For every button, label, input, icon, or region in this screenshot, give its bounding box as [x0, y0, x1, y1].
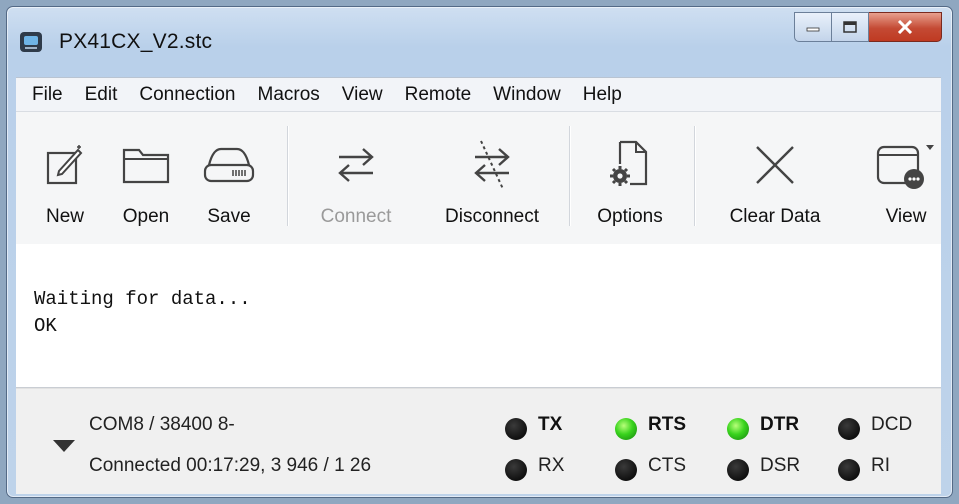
- port-settings-text: COM8 / 38400 8-: [89, 414, 235, 435]
- clear-data-label: Clear Data: [729, 206, 821, 227]
- app-icon: [20, 32, 42, 52]
- view-label: View: [885, 206, 927, 227]
- menu-remote[interactable]: Remote: [399, 84, 478, 106]
- minimize-icon: [806, 27, 820, 32]
- window-controls: [794, 12, 942, 42]
- rx-label: RX: [538, 455, 565, 476]
- clear-data-button[interactable]: Clear Data: [716, 112, 834, 244]
- menu-window[interactable]: Window: [487, 84, 567, 106]
- maximize-button[interactable]: [832, 12, 869, 42]
- open-label: Open: [122, 206, 170, 227]
- dcd-led-indicator: [838, 418, 860, 440]
- dcd-label: DCD: [871, 414, 913, 435]
- options-document-icon: [610, 140, 648, 186]
- disconnect-label: Disconnect: [445, 206, 539, 227]
- toolbar-separator: [287, 126, 289, 226]
- disconnect-icon: [474, 140, 510, 190]
- save-button[interactable]: Save: [199, 112, 259, 244]
- view-window-icon: [876, 145, 934, 189]
- maximize-icon: [843, 21, 857, 33]
- window-title: PX41CX_V2.stc: [59, 30, 213, 53]
- terminal-output[interactable]: Waiting for data... OK: [16, 244, 941, 388]
- menu-help[interactable]: Help: [577, 84, 628, 106]
- menu-edit[interactable]: Edit: [79, 84, 124, 106]
- toolbar-separator: [569, 126, 571, 226]
- open-button[interactable]: Open: [116, 112, 176, 244]
- minimize-button[interactable]: [794, 12, 832, 42]
- view-button[interactable]: View: [874, 112, 938, 244]
- cts-led-indicator: [615, 459, 637, 481]
- cts-label: CTS: [648, 455, 686, 476]
- expand-triangle-icon[interactable]: [52, 439, 76, 453]
- menu-bar: File Edit Connection Macros View Remote …: [16, 77, 941, 112]
- menu-connection[interactable]: Connection: [133, 84, 241, 106]
- connection-status-text: Connected 00:17:29, 3 946 / 1 26: [89, 455, 372, 476]
- app-window: PX41CX_V2.stc File Edit Connection Macro…: [6, 6, 953, 498]
- dtr-led-indicator: [727, 418, 749, 440]
- connect-button[interactable]: Connect: [306, 112, 406, 244]
- menu-macros[interactable]: Macros: [252, 84, 326, 106]
- menu-view[interactable]: View: [336, 84, 389, 106]
- tx-led-indicator: [505, 418, 527, 440]
- dsr-label: DSR: [760, 455, 801, 476]
- terminal-line: OK: [34, 315, 57, 337]
- rts-led-indicator: [615, 418, 637, 440]
- close-icon: [897, 20, 913, 34]
- new-file-icon: [46, 145, 83, 185]
- save-drive-icon: [203, 147, 255, 183]
- terminal-line: Waiting for data...: [34, 288, 251, 310]
- toolbar-separator: [694, 126, 696, 226]
- connect-arrows-icon: [338, 148, 374, 182]
- new-label: New: [45, 206, 84, 227]
- options-label: Options: [597, 206, 663, 227]
- new-button[interactable]: New: [40, 112, 90, 244]
- clear-x-icon: [756, 146, 794, 184]
- status-bar: COM8 / 38400 8- Connected 00:17:29, 3 94…: [16, 388, 941, 494]
- options-button[interactable]: Options: [586, 112, 674, 244]
- disconnect-button[interactable]: Disconnect: [428, 112, 556, 244]
- title-bar[interactable]: PX41CX_V2.stc: [7, 7, 952, 77]
- rx-led-indicator: [505, 459, 527, 481]
- folder-icon: [122, 148, 170, 184]
- dsr-led-indicator: [727, 459, 749, 481]
- menu-file[interactable]: File: [26, 84, 69, 106]
- toolbar: New Open Save Connect Disconnect Options…: [16, 111, 941, 245]
- ri-led-indicator: [838, 459, 860, 481]
- ri-label: RI: [871, 455, 890, 476]
- close-button[interactable]: [869, 12, 942, 42]
- connect-label: Connect: [320, 206, 392, 227]
- dtr-label: DTR: [760, 414, 800, 435]
- rts-label: RTS: [648, 414, 686, 435]
- save-label: Save: [207, 206, 251, 227]
- tx-label: TX: [538, 414, 563, 435]
